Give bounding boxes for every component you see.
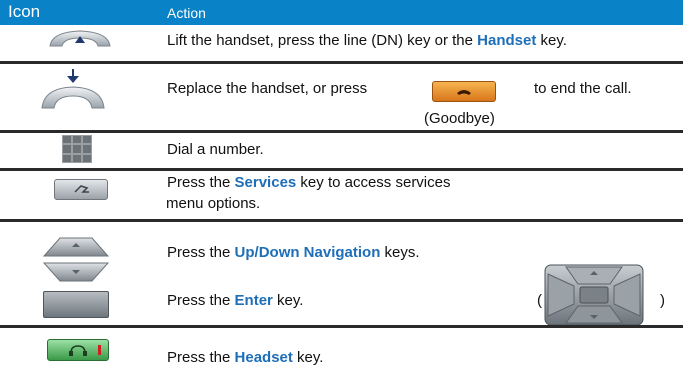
- services-action-text: Press the Services key to access service…: [167, 174, 451, 191]
- icon-column-header: Icon: [8, 2, 41, 21]
- row-divider: [0, 61, 683, 64]
- row-divider: [0, 168, 683, 171]
- row-divider: [0, 219, 683, 222]
- keypad-icon: [62, 135, 92, 163]
- nav-action-text: Press the Up/Down Navigation keys.: [167, 244, 420, 261]
- headset-action-text: Press the Headset key.: [167, 349, 324, 366]
- enter-key-name: Enter: [234, 292, 273, 309]
- onhook-action-text: Replace the handset, or press: [167, 80, 368, 97]
- services-action-text-line2: menu options.: [166, 195, 261, 212]
- dial-action-text: Dial a number.: [167, 141, 264, 158]
- services-key-icon: [54, 179, 108, 200]
- headset-key-icon: [47, 339, 109, 361]
- row-divider: [0, 130, 683, 133]
- goodbye-key-icon: [432, 81, 496, 102]
- handset-key-name: Handset: [477, 32, 537, 49]
- nav-close-paren: ): [660, 292, 665, 309]
- handset-lift-icon: [49, 30, 111, 47]
- offhook-action-text: Lift the handset, press the line (DN) ke…: [167, 32, 567, 49]
- enter-action-text: Press the Enter key.: [167, 292, 304, 309]
- nav-open-paren: (: [537, 292, 542, 309]
- onhook-action-suffix: to end the call.: [534, 80, 632, 97]
- action-column-header: Action: [167, 5, 206, 21]
- enter-key-icon: [43, 291, 109, 318]
- nav-key-name: Up/Down Navigation: [234, 244, 381, 261]
- table-header: Icon Action: [0, 0, 683, 25]
- nav-up-icon: [42, 237, 110, 257]
- services-key-name: Services: [234, 174, 297, 191]
- nav-down-icon: [42, 262, 110, 282]
- nav-cluster-icon: [544, 264, 644, 326]
- headset-key-name: Headset: [234, 349, 293, 366]
- goodbye-caption: (Goodbye): [424, 110, 495, 127]
- row-divider: [0, 325, 683, 328]
- handset-replace-icon: [41, 69, 105, 109]
